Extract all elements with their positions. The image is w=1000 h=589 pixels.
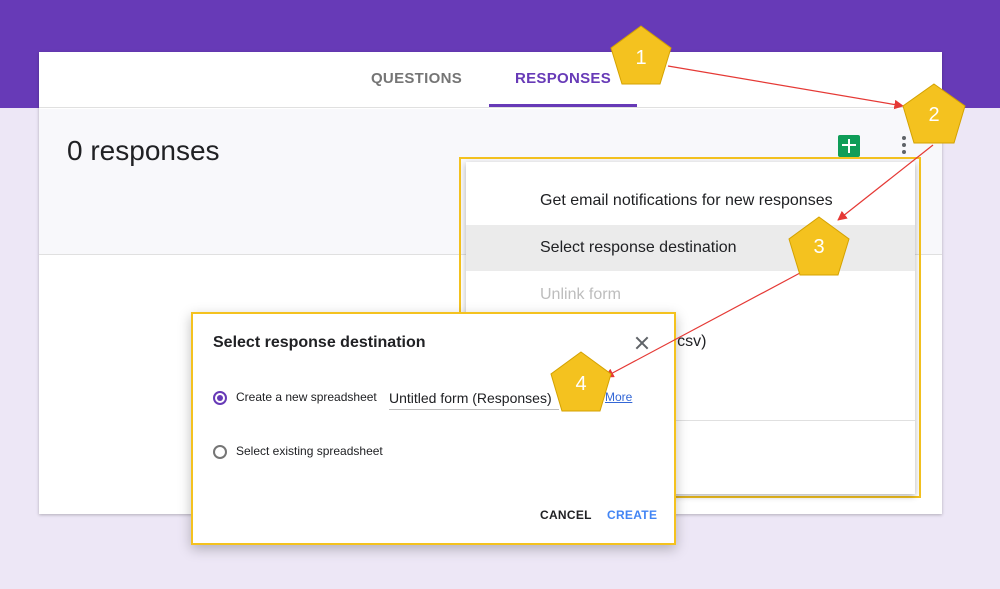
active-tab-indicator (489, 104, 637, 107)
option-new-spreadsheet[interactable]: Create a new spreadsheet (213, 388, 383, 408)
responses-count: 0 responses (67, 135, 220, 166)
option-existing-spreadsheet-label: Select existing spreadsheet (236, 444, 383, 458)
callout-number-3: 3 (813, 236, 825, 258)
close-icon[interactable] (633, 334, 651, 352)
sheets-icon[interactable] (838, 135, 860, 157)
callout-number-2: 2 (928, 104, 940, 126)
learn-more-link[interactable]: More (605, 390, 632, 404)
radio-existing-spreadsheet[interactable] (213, 445, 227, 459)
more-dot (902, 150, 906, 154)
cancel-button[interactable]: CANCEL (540, 508, 592, 522)
dialog-title: Select response destination (213, 334, 426, 351)
option-new-spreadsheet-label: Create a new spreadsheet (236, 390, 377, 404)
tab-responses[interactable]: RESPONSES (489, 52, 637, 108)
callout-number-4: 4 (575, 373, 587, 395)
more-dot (902, 136, 906, 140)
menu-item-select-destination[interactable]: Select response destination (466, 225, 915, 271)
more-dot (902, 143, 906, 147)
tab-questions[interactable]: QUESTIONS (359, 52, 474, 108)
menu-item-email-notifications[interactable]: Get email notifications for new response… (466, 178, 915, 224)
callout-number-1: 1 (635, 47, 647, 69)
spreadsheet-name-input[interactable] (389, 386, 559, 410)
create-button[interactable]: CREATE (607, 508, 657, 522)
response-destination-dialog: Select response destination Create a new… (191, 312, 676, 545)
radio-new-spreadsheet[interactable] (213, 391, 227, 405)
form-tabs: QUESTIONS RESPONSES (39, 52, 942, 108)
option-existing-spreadsheet[interactable]: Select existing spreadsheet (213, 442, 393, 462)
more-options-icon[interactable] (896, 133, 912, 157)
